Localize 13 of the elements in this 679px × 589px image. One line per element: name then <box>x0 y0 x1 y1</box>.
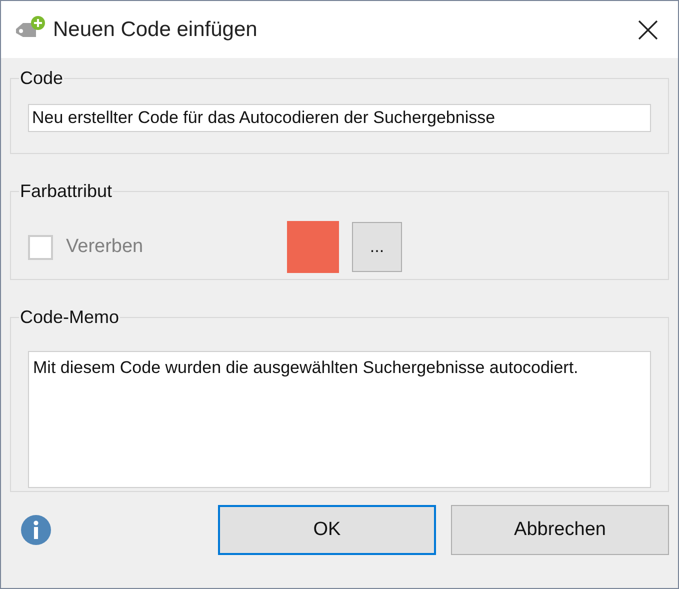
info-icon[interactable] <box>20 514 52 546</box>
cancel-button[interactable]: Abbrechen <box>451 505 669 555</box>
window-title: Neuen Code einfügen <box>53 16 258 43</box>
ok-button[interactable]: OK <box>218 505 436 555</box>
close-icon[interactable] <box>638 20 658 40</box>
code-name-field[interactable]: Neu erstellter Code für das Autocodieren der Suchergebnisse <box>28 104 651 132</box>
checkbox-label: Vererben <box>66 234 144 259</box>
group-label: Code-Memo <box>19 306 120 329</box>
color-picker-button[interactable]: ... <box>352 222 402 272</box>
group-label: Farbattribut <box>19 180 114 203</box>
group-label: Code <box>19 67 64 90</box>
memo-field[interactable]: Mit diesem Code wurden die ausgewählten Suchergebnisse autocodiert. <box>28 351 651 488</box>
color-swatch[interactable] <box>287 221 339 273</box>
